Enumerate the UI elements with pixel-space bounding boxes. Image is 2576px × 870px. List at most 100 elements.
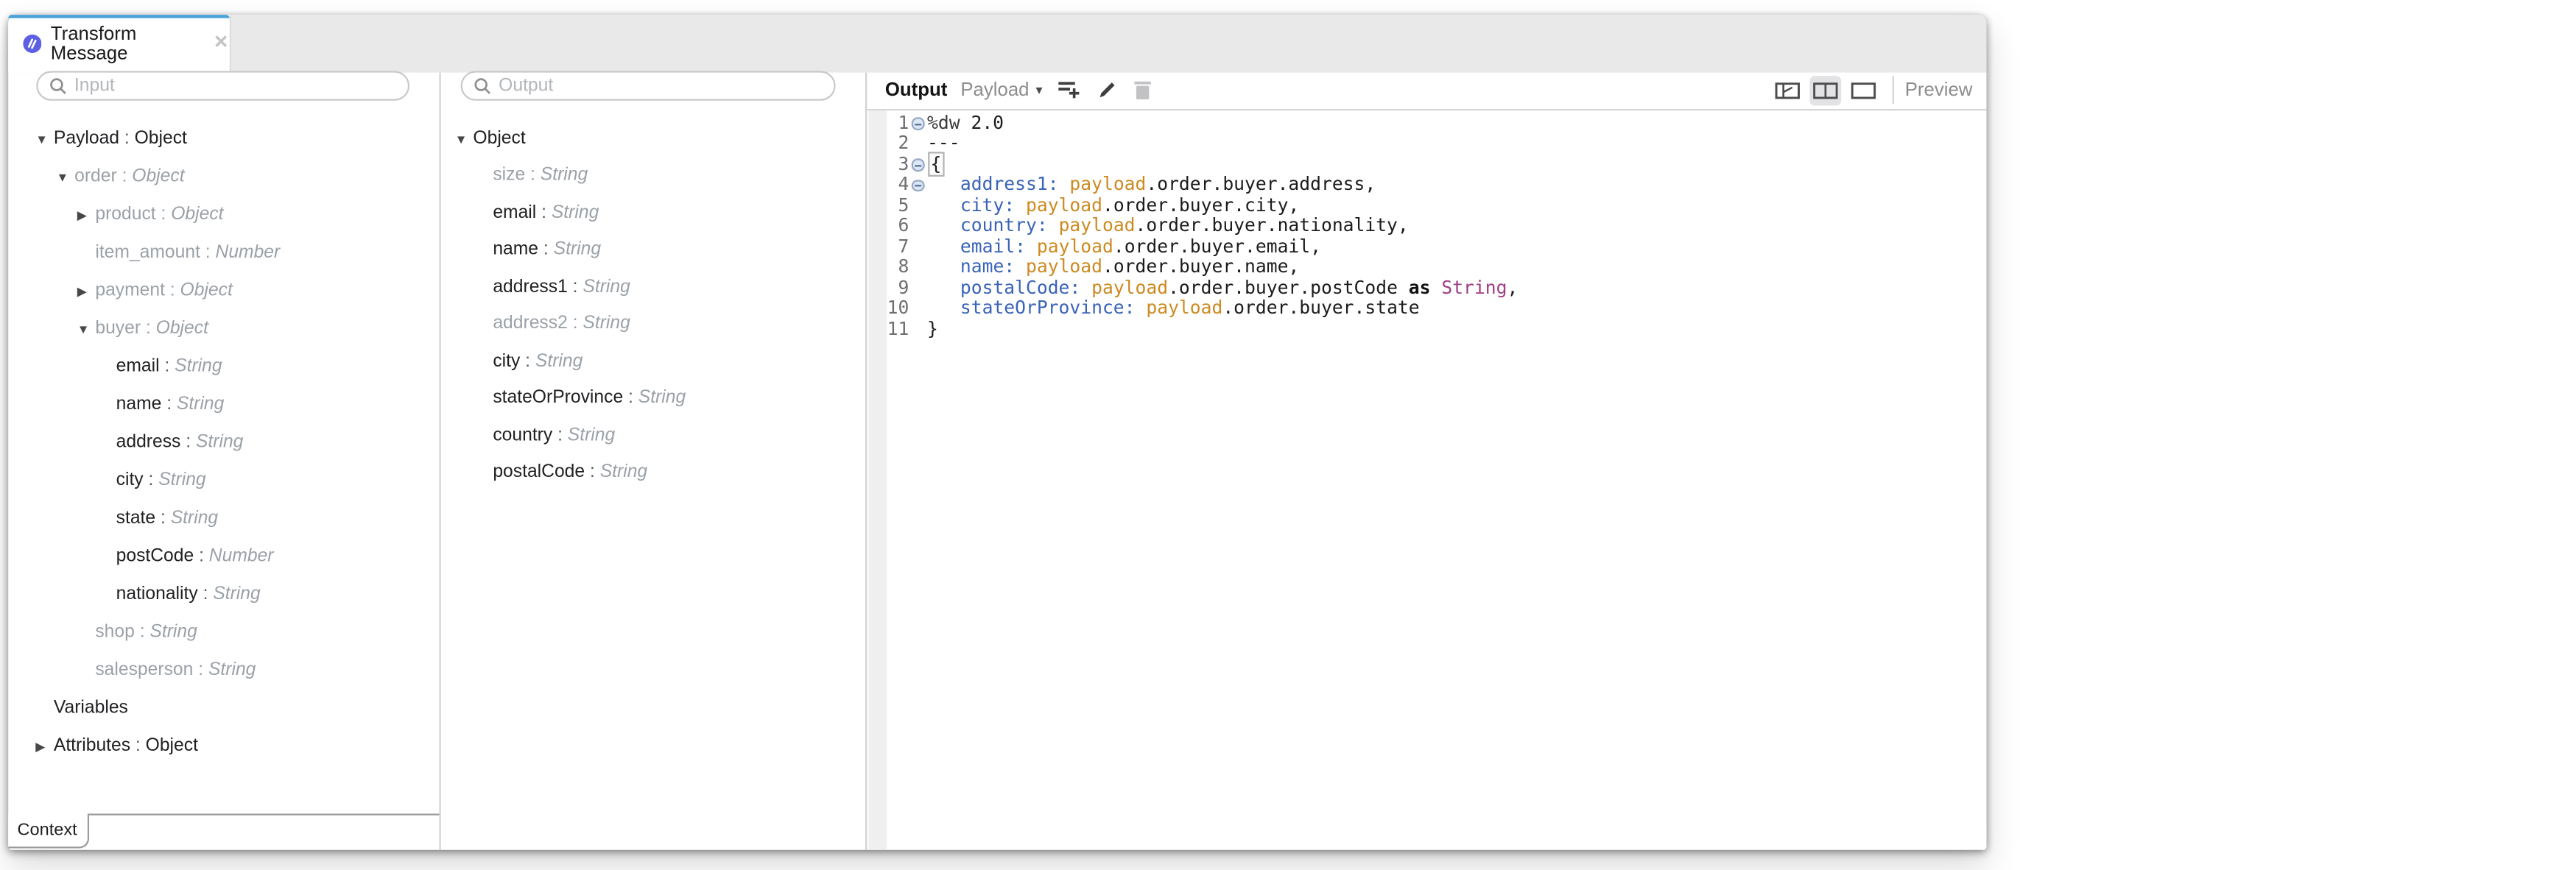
tree-row-Variables[interactable]: Variables	[7, 689, 437, 727]
arrow-spacer	[475, 360, 493, 361]
tree-row-shop[interactable]: shop : String	[7, 613, 437, 651]
tree-row-payment[interactable]: ▶ payment : Object	[7, 272, 437, 310]
input-search-field[interactable]	[74, 76, 395, 96]
token-d	[1048, 215, 1059, 236]
output-metadata-tree: ▼ Object size : String email : String name :…	[438, 120, 861, 492]
tree-row-email[interactable]: email : String	[7, 347, 437, 386]
tree-row-city[interactable]: city : String	[7, 461, 437, 500]
tree-row-stateOrProvince[interactable]: stateOrProvince : String	[438, 380, 861, 417]
tab-transform-message[interactable]: Transform Message ✕	[7, 15, 230, 73]
tree-row-country[interactable]: country : String	[438, 417, 861, 453]
tree-row-nationality[interactable]: nationality : String	[7, 575, 437, 613]
tree-row-size[interactable]: size : String	[438, 157, 861, 194]
dataweave-code-editor[interactable]: 1 %dw 2.0 2 --- 3{4 address1: payload.order.b…	[865, 113, 1984, 340]
context-tab[interactable]: Context	[7, 813, 90, 849]
output-search-field[interactable]	[499, 76, 821, 96]
tree-row-name[interactable]: name : String	[7, 386, 437, 424]
tree-node-separator: :	[585, 462, 600, 483]
fold-icon[interactable]	[909, 114, 927, 135]
arrow-spacer	[475, 249, 493, 250]
collapse-minus-icon[interactable]	[912, 118, 925, 131]
arrow-spacer	[475, 397, 493, 399]
code-line: 4 address1: payload.order.buyer.address,	[865, 174, 1984, 196]
expand-arrow-down-icon[interactable]: ▼	[455, 131, 474, 145]
arrow-spacer	[98, 593, 116, 595]
expand-arrow-right-icon[interactable]: ▶	[77, 208, 96, 222]
token-d: .order.buyer.nationality,	[1135, 215, 1409, 237]
input-searchbox[interactable]	[36, 71, 410, 101]
tree-row-item_amount[interactable]: item_amount : Number	[7, 233, 437, 272]
expand-arrow-right-icon[interactable]: ▶	[77, 283, 96, 297]
tree-row-address2[interactable]: address2 : String	[438, 305, 861, 342]
tree-node-type: String	[638, 388, 686, 409]
code-line: 10 stateOrProvince: payload.order.buyer.s…	[865, 297, 1984, 319]
tree-node-type: String	[213, 584, 261, 604]
tree-node-type: String	[567, 425, 616, 445]
expand-arrow-down-icon[interactable]: ▼	[35, 132, 54, 146]
token-key: address1:	[960, 174, 1059, 196]
code-text: %dw 2.0	[927, 113, 1004, 135]
tree-row-postCode[interactable]: postCode : Number	[7, 537, 437, 576]
token-pay: payload	[1026, 255, 1102, 278]
code-line: 9 postalCode: payload.order.buyer.postCod…	[865, 276, 1984, 299]
code-text: name: payload.order.buyer.name,	[927, 255, 1299, 278]
code-line: 1 %dw 2.0	[865, 113, 1984, 135]
tab-title: Transform Message	[50, 24, 137, 64]
edit-target-button[interactable]	[1097, 79, 1118, 101]
search-icon	[474, 77, 491, 93]
expand-arrow-right-icon[interactable]: ▶	[35, 739, 54, 753]
fold-icon[interactable]	[909, 175, 927, 196]
token-d: ---	[927, 132, 960, 155]
tree-row-city[interactable]: city : String	[438, 342, 861, 379]
tree-row-postalCode[interactable]: postalCode : String	[438, 454, 861, 491]
line-number: 9	[898, 276, 909, 299]
close-icon[interactable]: ✕	[214, 34, 229, 53]
panel-divider-input-output[interactable]	[438, 72, 440, 850]
tree-row-address[interactable]: address : String	[7, 423, 437, 461]
expand-arrow-down-icon[interactable]: ▼	[56, 169, 74, 183]
search-icon	[50, 77, 66, 93]
tree-row-address1[interactable]: address1 : String	[438, 268, 861, 305]
collapse-minus-icon[interactable]	[912, 159, 925, 171]
tree-row-order[interactable]: ▼ order : Object	[7, 158, 437, 196]
delete-target-button[interactable]	[1133, 79, 1153, 101]
token-kw: as	[1408, 276, 1431, 299]
arrow-spacer	[98, 442, 116, 443]
tree-row-salesperson[interactable]: salesperson : String	[7, 651, 437, 690]
dataweave-icon	[22, 34, 41, 53]
tree-row-Payload[interactable]: ▼ Payload : Object	[7, 120, 437, 158]
preview-toggle[interactable]: Preview	[1905, 80, 1973, 100]
tree-row-name[interactable]: name : String	[438, 231, 861, 268]
tree-node-label: email	[493, 202, 537, 223]
output-target-selector[interactable]: Payload ▾	[960, 80, 1042, 100]
view-mode-split-button[interactable]	[1809, 75, 1841, 105]
tree-row-Attributes[interactable]: ▶ Attributes : Object	[7, 727, 437, 765]
tree-row-state[interactable]: state : String	[7, 499, 437, 537]
tree-node-separator: :	[200, 242, 216, 263]
tree-node-type: String	[195, 432, 244, 453]
tree-node-label: city	[493, 351, 521, 371]
tree-node-separator: :	[194, 546, 209, 567]
tree-node-type: String	[540, 165, 588, 185]
tree-node-label: shop	[95, 622, 135, 643]
tree-node-label: Payload	[53, 128, 120, 149]
tree-row-Object[interactable]: ▼ Object	[438, 120, 861, 157]
tree-row-product[interactable]: ▶ product : Object	[7, 196, 437, 234]
code-text: country: payload.order.buyer.nationality…	[927, 216, 1409, 237]
expand-arrow-down-icon[interactable]: ▼	[77, 322, 96, 336]
code-line: 8 name: payload.order.buyer.name,	[865, 255, 1984, 278]
line-number: 10	[887, 297, 909, 319]
collapse-minus-icon[interactable]	[912, 180, 925, 192]
output-searchbox[interactable]	[460, 71, 836, 101]
tree-node-type: String	[551, 202, 599, 223]
add-target-button[interactable]	[1058, 79, 1083, 101]
context-drawer-edge[interactable]	[89, 813, 439, 816]
tree-row-buyer[interactable]: ▼ buyer : Object	[7, 309, 437, 347]
token-brk: {	[927, 152, 945, 177]
tree-row-email[interactable]: email : String	[438, 194, 861, 230]
fold-icon[interactable]	[909, 155, 927, 176]
view-mode-code-button[interactable]	[1847, 76, 1879, 105]
view-mode-graphical-button[interactable]	[1771, 76, 1803, 105]
